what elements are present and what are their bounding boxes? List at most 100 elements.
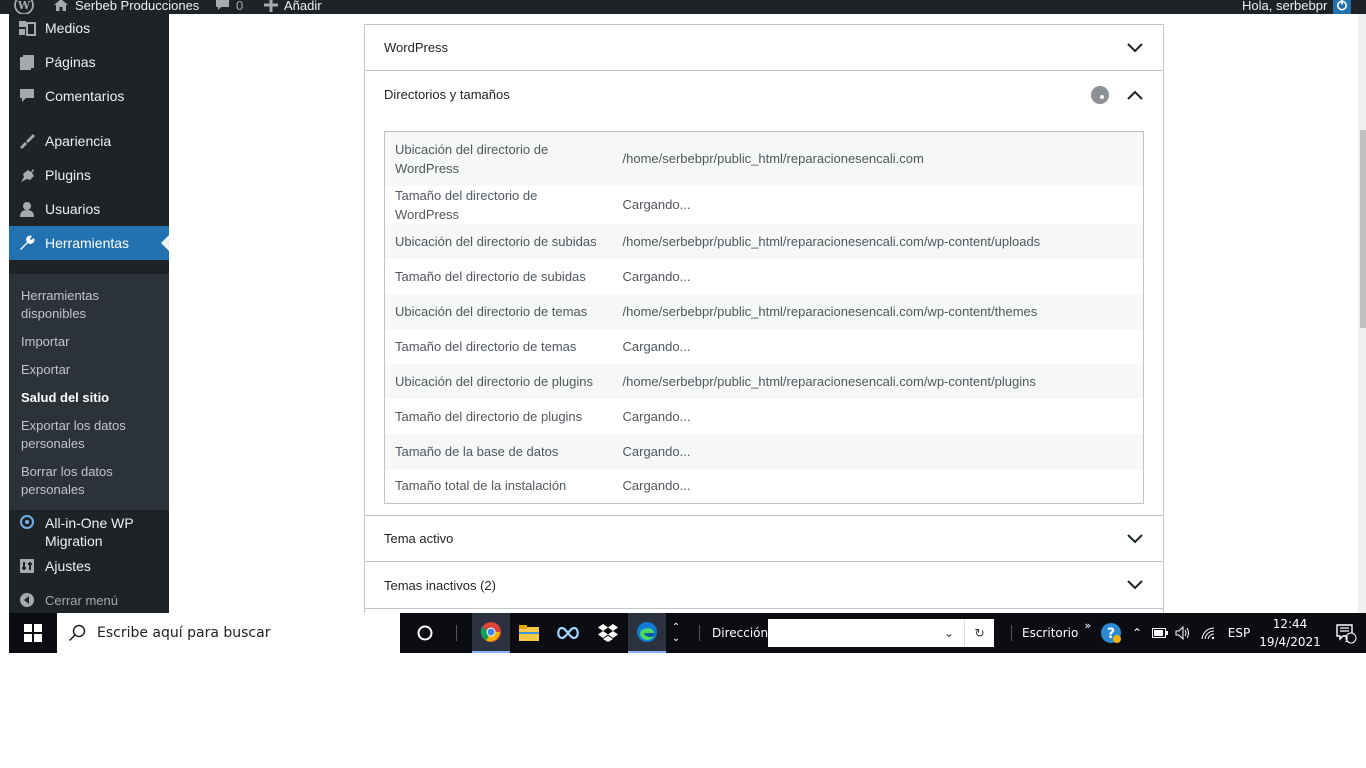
table-row: Ubicación del directorio de WordPress /h… [384, 131, 1144, 186]
comment-bubble-icon [215, 0, 230, 12]
accordion-directories[interactable]: Directorios y tamaños [365, 71, 1163, 118]
sidebar-item-label: Usuarios [45, 201, 101, 217]
taskbar-overflow-arrows[interactable]: ⌃ ⌄ [669, 613, 683, 653]
desktop-label: Escritorio [1022, 626, 1079, 640]
submenu-available-tools[interactable]: Herramientas disponibles [21, 287, 161, 323]
collapse-menu-button[interactable]: Cerrar menú [9, 583, 169, 613]
sidebar-item-label: Apariencia [45, 133, 112, 149]
add-new-link[interactable]: Añadir [264, 0, 322, 14]
settings-icon [9, 558, 45, 574]
chevron-down-icon: ⌄ [671, 633, 681, 644]
sidebar-item-label: Ajustes [45, 558, 91, 574]
submenu-export-personal-data[interactable]: Exportar los datos personales [21, 417, 161, 453]
notification-count: 1 [1344, 635, 1350, 645]
accordion-title: Temas inactivos (2) [384, 577, 496, 593]
chevron-up-icon: ⌃ [671, 622, 681, 633]
submenu-import[interactable]: Importar [21, 333, 161, 351]
taskbar-search-box[interactable]: Escribe aquí para buscar [57, 613, 400, 653]
help-icon[interactable]: ? [1099, 613, 1123, 653]
battery-icon[interactable] [1149, 613, 1171, 653]
double-chevron-icon: » [1084, 618, 1092, 632]
cortana-icon[interactable] [406, 613, 444, 653]
edge-icon[interactable] [628, 613, 666, 653]
table-row: Tamaño del directorio de subidas Cargand… [385, 259, 1144, 294]
submenu-site-health[interactable]: Salud del sitio [21, 389, 161, 407]
submenu-export[interactable]: Exportar [21, 361, 161, 379]
row-label: Tamaño del directorio de subidas [395, 268, 586, 284]
users-icon [9, 201, 45, 217]
sidebar-item-settings[interactable]: Ajustes [9, 549, 169, 583]
sidebar-item-comments[interactable]: Comentarios [9, 79, 169, 113]
table-row: Tamaño de la base de datos Cargando... [384, 433, 1144, 469]
dropbox-icon[interactable] [589, 613, 627, 653]
plugins-icon [9, 167, 45, 183]
sidebar-item-tools[interactable]: Herramientas [9, 226, 169, 260]
windows-logo-icon [24, 624, 42, 642]
row-label: Tamaño total de la instalación [395, 478, 567, 494]
row-value: Cargando... [622, 338, 691, 354]
sidebar-item-pages[interactable]: Páginas [9, 45, 169, 79]
sidebar-item-appearance[interactable]: Apariencia [9, 124, 169, 158]
sidebar-item-users[interactable]: Usuarios [9, 192, 169, 226]
plus-icon [264, 0, 278, 12]
row-value: Cargando... [622, 197, 691, 212]
my-account-link[interactable]: Hola, serbebpr [1242, 0, 1352, 14]
address-input[interactable]: ⌄ ↻ [768, 619, 994, 647]
appearance-icon [9, 133, 45, 149]
file-explorer-icon[interactable] [510, 613, 548, 653]
directories-table: Ubicación del directorio de WordPress /h… [384, 131, 1144, 504]
accordion-active-theme[interactable]: Tema activo [365, 515, 1163, 562]
row-value: /home/serbebpr/public_html/reparacionese… [622, 151, 924, 167]
taskbar-divider [699, 625, 700, 641]
comments-count: 0 [236, 0, 244, 13]
row-value: /home/serbebpr/public_html/reparacionese… [622, 233, 1041, 249]
start-button[interactable] [9, 613, 57, 653]
accordion-title: WordPress [384, 40, 449, 55]
row-value: /home/serbebpr/public_html/reparacionese… [622, 373, 1036, 389]
accordion-wordpress[interactable]: WordPress [365, 24, 1163, 71]
sidebar-item-label: All-in-One WP Migration [45, 515, 134, 549]
site-name: Serbeb Producciones [75, 0, 200, 13]
wifi-icon[interactable] [1197, 613, 1219, 653]
windows-taskbar: Escribe aquí para buscar ⌃ ⌄ Dirección ⌄ [9, 613, 1366, 653]
accordion-inactive-themes[interactable]: Temas inactivos (2) [365, 562, 1163, 609]
add-new-label: Añadir [284, 0, 322, 13]
row-label: Ubicación del directorio de temas [395, 303, 588, 319]
desktop-toolbar-label[interactable]: Escritorio » [1022, 613, 1091, 653]
screen: W Serbeb Producciones 0 Añadir Hola, ser… [0, 0, 1366, 768]
sidebar-item-label: Herramientas [45, 235, 130, 251]
system-clock[interactable]: 12:44 19/4/2021 [1257, 615, 1323, 651]
scrollbar-thumb[interactable] [1360, 130, 1366, 328]
comments-icon [9, 88, 45, 104]
table-row: Ubicación del directorio de subidas /hom… [384, 223, 1144, 259]
row-label: Tamaño del directorio de plugins [395, 408, 583, 424]
taskbar-divider [456, 625, 457, 641]
table-row: Ubicación del directorio de plugins /hom… [384, 363, 1144, 399]
row-value: Cargando... [622, 408, 691, 424]
chrome-icon[interactable] [472, 613, 510, 653]
avatar [1333, 0, 1352, 14]
sidebar-item-label: Páginas [45, 54, 96, 70]
show-hidden-icons-icon[interactable]: ⌃ [1127, 613, 1147, 653]
language-indicator[interactable]: ESP [1223, 613, 1255, 653]
chevron-down-icon [1125, 529, 1145, 549]
refresh-icon[interactable]: ↻ [964, 619, 994, 647]
sidebar-item-plugins[interactable]: Plugins [9, 158, 169, 192]
empty-area-below-screen [0, 653, 1366, 768]
table-row: Tamaño total de la instalación Cargando.… [385, 469, 1144, 504]
media-icon [9, 20, 45, 36]
infinity-app-icon[interactable] [549, 613, 587, 653]
notifications-icon[interactable]: 1 [1331, 613, 1361, 653]
sidebar-item-media[interactable]: Medios [9, 14, 169, 45]
wordpress-logo-icon[interactable]: W [14, 0, 34, 14]
comments-link[interactable]: 0 [215, 0, 243, 14]
volume-icon[interactable] [1172, 613, 1194, 653]
dropdown-arrow-icon[interactable]: ⌄ [934, 619, 964, 647]
row-label: Ubicación del directorio de subidas [395, 233, 597, 249]
row-label: Ubicación del directorio de plugins [395, 373, 594, 389]
table-row: Tamaño del directorio de temas Cargando.… [385, 329, 1144, 364]
sidebar-item-label: Plugins [45, 167, 91, 183]
site-name-link[interactable]: Serbeb Producciones [53, 0, 199, 14]
submenu-erase-personal-data[interactable]: Borrar los datos personales [21, 463, 161, 499]
chevron-down-icon [1125, 38, 1145, 58]
